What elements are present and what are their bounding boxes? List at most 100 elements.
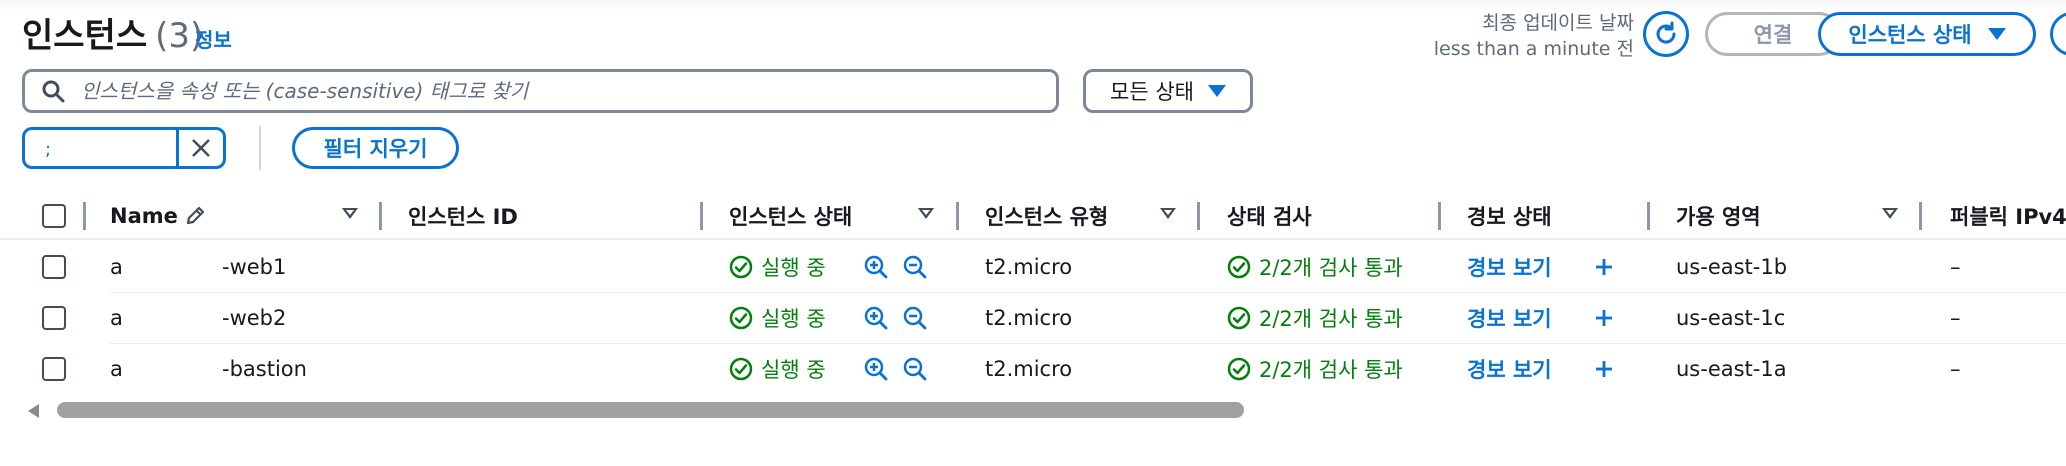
sort-icon[interactable]: [342, 208, 358, 219]
actions-button[interactable]: [2050, 12, 2066, 56]
row-checkbox[interactable]: [42, 293, 66, 343]
zoom-out-icon: [903, 306, 927, 330]
zoom-in-button[interactable]: [863, 293, 889, 343]
zoom-out-button[interactable]: [902, 242, 928, 292]
public-ipv4: –: [1950, 255, 1961, 279]
view-alarms-link[interactable]: 경보 보기: [1467, 242, 1552, 292]
instance-state-button[interactable]: 인스턴스 상태: [1818, 12, 2036, 56]
instance-name: -web1: [222, 255, 287, 279]
plus-icon: [1596, 310, 1612, 326]
column-separator[interactable]: [1919, 202, 1922, 230]
table-row[interactable]: a -web1 실행 중 t2.micro 2/2개 검사 통과 경보 보기 u…: [0, 242, 2066, 293]
column-header-availability-zone[interactable]: 가용 영역: [1676, 194, 1761, 238]
success-icon: [729, 255, 753, 279]
column-separator[interactable]: [956, 202, 959, 230]
zoom-out-button[interactable]: [902, 344, 928, 394]
status-check: 2/2개 검사 통과: [1227, 242, 1403, 292]
zoom-out-icon: [903, 255, 927, 279]
search-input[interactable]: [81, 79, 981, 103]
instance-type: t2.micro: [985, 306, 1073, 330]
availability-zone: us-east-1a: [1676, 357, 1787, 381]
add-alarm-button[interactable]: [1593, 242, 1615, 292]
column-header-instance-id[interactable]: 인스턴스 ID: [408, 194, 518, 238]
search-box[interactable]: [22, 69, 1059, 113]
refresh-icon: [1656, 21, 1676, 44]
success-icon: [1227, 306, 1251, 330]
public-ipv4: –: [1950, 357, 1961, 381]
view-alarms-link[interactable]: 경보 보기: [1467, 344, 1552, 394]
row-checkbox[interactable]: [42, 242, 66, 292]
page-title: 인스턴스 (3): [22, 16, 204, 56]
status-check: 2/2개 검사 통과: [1227, 344, 1403, 394]
zoom-in-button[interactable]: [863, 344, 889, 394]
zoom-in-icon: [864, 357, 888, 381]
availability-zone: us-east-1c: [1676, 306, 1786, 330]
instance-state: 실행 중: [729, 242, 826, 292]
plus-icon: [1596, 259, 1612, 275]
success-icon: [1227, 357, 1251, 381]
instance-state: 실행 중: [729, 344, 826, 394]
sort-icon[interactable]: [1882, 208, 1898, 219]
column-separator[interactable]: [1647, 202, 1650, 230]
success-icon: [729, 357, 753, 381]
caret-down-icon: [1207, 85, 1226, 97]
instance-name: -bastion: [222, 357, 307, 381]
zoom-in-icon: [864, 306, 888, 330]
column-header-instance-type[interactable]: 인스턴스 유형: [985, 194, 1108, 238]
add-alarm-button[interactable]: [1593, 344, 1615, 394]
status-select-value: 모든 상태: [1110, 80, 1194, 104]
table-row[interactable]: a -bastion 실행 중 t2.micro 2/2개 검사 통과 경보 보…: [0, 344, 2066, 395]
filter-token-value: ;: [25, 130, 179, 166]
refresh-button[interactable]: [1643, 11, 1689, 57]
instance-state-label: 인스턴스 상태: [1848, 23, 1972, 47]
edit-icon: [186, 206, 204, 225]
last-updated-label: 최종 업데이트 날짜: [1482, 12, 1634, 34]
caret-down-icon: [1987, 28, 2006, 40]
add-alarm-button[interactable]: [1593, 293, 1615, 343]
column-header-status-check[interactable]: 상태 검사: [1227, 194, 1312, 238]
status-select[interactable]: 모든 상태: [1083, 69, 1253, 113]
clear-filters-button[interactable]: 필터 지우기: [292, 127, 459, 169]
scroll-left-icon[interactable]: [28, 404, 39, 418]
zoom-out-button[interactable]: [902, 293, 928, 343]
availability-zone: us-east-1b: [1676, 255, 1788, 279]
row-checkbox[interactable]: [42, 344, 66, 394]
instance-name-prefix: a: [110, 357, 123, 381]
table-row[interactable]: a -web2 실행 중 t2.micro 2/2개 검사 통과 경보 보기 u…: [0, 293, 2066, 344]
instance-type: t2.micro: [985, 255, 1073, 279]
column-separator[interactable]: [83, 202, 86, 230]
instance-name: -web2: [222, 306, 287, 330]
sort-icon[interactable]: [918, 208, 934, 219]
horizontal-scrollbar[interactable]: [24, 402, 2064, 418]
column-separator[interactable]: [379, 202, 382, 230]
select-all-checkbox[interactable]: [42, 194, 66, 238]
table-header: Name 인스턴스 ID 인스턴스 상태 인스턴스 유형 상태 검사 경보 상태…: [0, 194, 2066, 240]
scrollbar-thumb[interactable]: [57, 402, 1244, 418]
divider: [259, 126, 261, 170]
success-icon: [729, 306, 753, 330]
last-updated: 최종 업데이트 날짜 less than a minute 전: [1434, 10, 1634, 62]
column-separator[interactable]: [700, 202, 703, 230]
instance-type: t2.micro: [985, 357, 1073, 381]
remove-filter-button[interactable]: [179, 130, 223, 166]
zoom-out-icon: [903, 357, 927, 381]
column-header-public-ipv4[interactable]: 퍼블릭 IPv4: [1950, 194, 2066, 238]
zoom-in-button[interactable]: [863, 242, 889, 292]
sort-icon[interactable]: [1160, 208, 1176, 219]
search-icon: [42, 80, 65, 103]
column-separator[interactable]: [1197, 202, 1200, 230]
column-header-instance-state[interactable]: 인스턴스 상태: [729, 194, 852, 238]
success-icon: [1227, 255, 1251, 279]
zoom-in-icon: [864, 255, 888, 279]
plus-icon: [1596, 361, 1612, 377]
instance-name-prefix: a: [110, 255, 123, 279]
info-link[interactable]: 정보: [195, 24, 232, 53]
close-icon: [192, 139, 210, 157]
view-alarms-link[interactable]: 경보 보기: [1467, 293, 1552, 343]
filter-token[interactable]: ;: [22, 127, 226, 169]
column-separator[interactable]: [1438, 202, 1441, 230]
public-ipv4: –: [1950, 306, 1961, 330]
column-header-alarm-status[interactable]: 경보 상태: [1467, 194, 1552, 238]
column-header-name[interactable]: Name: [110, 194, 206, 238]
top-shadow: [0, 0, 2066, 10]
